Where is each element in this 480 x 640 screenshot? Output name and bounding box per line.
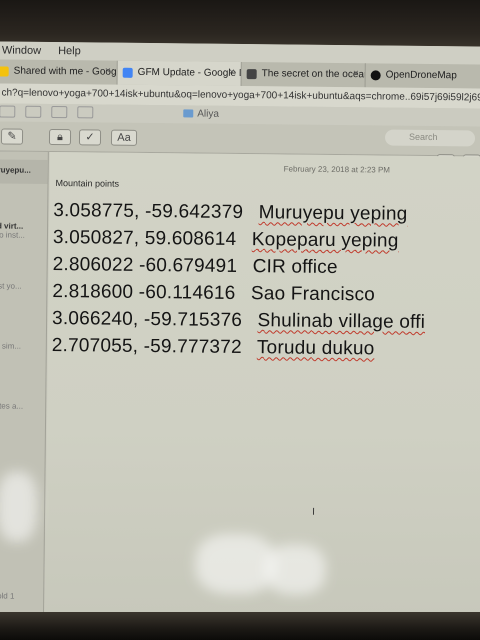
- monitor-bezel-top: [0, 0, 480, 48]
- bookmark-folder-label: Aliya: [197, 108, 220, 120]
- tab-label: OpenDroneMap: [385, 69, 457, 82]
- list-item[interactable]: uruyepu...: [0, 165, 31, 174]
- screen-glare: [0, 471, 38, 542]
- note-editor[interactable]: February 23, 2018 at 2:23 PM Mountain po…: [45, 151, 480, 619]
- text-cursor-icon: I: [312, 506, 315, 518]
- list-item[interactable]: nd virt... r to inst...: [0, 221, 25, 239]
- coordinate-row: 2.707055, -59.777372 Torudu dukuo: [52, 335, 425, 366]
- list-item[interactable]: be sim...: [0, 341, 21, 350]
- notes-list: uruyepu... nd virt... r to inst... test …: [0, 151, 49, 614]
- list-item-snippet: r to inst...: [0, 230, 25, 240]
- list-item[interactable]: eates a...: [0, 401, 23, 410]
- list-item[interactable]: ebold 1: [0, 591, 15, 600]
- menu-help[interactable]: Help: [58, 45, 81, 57]
- screen-glare: [265, 544, 326, 595]
- tab-label: GFM Update - Google Docs: [137, 66, 242, 80]
- close-icon[interactable]: ×: [353, 68, 359, 79]
- list-item-snippet: test yo...: [0, 281, 22, 291]
- place-name: Sao Francisco: [250, 283, 376, 306]
- tab-opendronemap[interactable]: OpenDroneMap: [365, 63, 480, 89]
- coordinate-value: 2.818600 -60.114616: [52, 281, 236, 304]
- grid-view-icon[interactable]: [25, 105, 42, 118]
- font-button[interactable]: Aa: [110, 129, 138, 146]
- bookmark-folder-aliya[interactable]: Aliya: [183, 108, 220, 120]
- google-drive-icon: [0, 66, 9, 77]
- tab-secret-ocean[interactable]: The secret on the ocean flo ×: [241, 61, 366, 88]
- monitor-bezel-bottom: [0, 612, 480, 640]
- close-icon[interactable]: ×: [105, 66, 111, 77]
- coordinate-list: 3.058775, -59.642379 Muruyepu yeping 3.0…: [52, 200, 427, 366]
- place-name: Torudu dukuo: [256, 337, 375, 360]
- sidebar-toggle-icon[interactable]: [0, 105, 16, 118]
- list-item-snippet: eates a...: [0, 401, 24, 411]
- coordinate-value: 3.050827, 59.608614: [52, 227, 237, 250]
- coordinate-row: 3.058775, -59.642379 Muruyepu yeping: [53, 200, 426, 231]
- note-title: Mountain points: [55, 178, 120, 189]
- laptop-screen: Window Help Shared with me - Google Dr ×…: [0, 41, 480, 619]
- coordinate-row: 2.818600 -60.114616 Sao Francisco: [52, 281, 425, 312]
- place-name: Muruyepu yeping: [258, 202, 408, 225]
- checklist-icon[interactable]: ✓: [78, 129, 102, 146]
- bookmark-tools: [0, 105, 94, 119]
- note-date: February 23, 2018 at 2:23 PM: [283, 164, 391, 175]
- list-item-snippet: be sim...: [0, 341, 22, 351]
- list-item-title: uruyepu...: [0, 165, 31, 175]
- menu-window[interactable]: Window: [2, 44, 41, 56]
- list-item-title: nd virt...: [0, 221, 24, 231]
- coordinate-value: 3.066240, -59.715376: [52, 308, 243, 332]
- google-docs-icon: [122, 67, 133, 78]
- tab-label: The secret on the ocean flo: [261, 68, 366, 81]
- gear-icon[interactable]: [51, 106, 68, 119]
- coordinate-row: 3.050827, 59.608614 Kopeparu yeping: [53, 227, 426, 258]
- coordinate-value: 2.806022 -60.679491: [52, 254, 238, 277]
- screen-glare: [195, 533, 276, 595]
- coordinate-value: 3.058775, -59.642379: [53, 200, 244, 224]
- lock-icon[interactable]: 🔒︎: [48, 128, 72, 146]
- share-icon[interactable]: [77, 106, 94, 119]
- list-item[interactable]: test yo...: [0, 281, 22, 290]
- page-icon: [246, 69, 257, 80]
- compose-icon[interactable]: ✎: [0, 128, 24, 145]
- tab-label: Shared with me - Google Dr: [13, 65, 118, 78]
- place-name: CIR office: [252, 256, 338, 279]
- search-field[interactable]: Search: [384, 129, 476, 147]
- tab-shared-with-me[interactable]: Shared with me - Google Dr ×: [0, 59, 118, 85]
- list-item-snippet: ebold 1: [0, 591, 15, 601]
- place-name: Shulinab village offi: [257, 310, 426, 333]
- coordinate-row: 3.066240, -59.715376 Shulinab village of…: [52, 308, 425, 339]
- tab-gfm-update[interactable]: GFM Update - Google Docs ×: [117, 60, 242, 86]
- close-icon[interactable]: ×: [229, 67, 235, 78]
- github-icon: [370, 70, 381, 81]
- folder-icon: [183, 109, 194, 118]
- coordinate-value: 2.707055, -59.777372: [51, 335, 242, 359]
- coordinate-row: 2.806022 -60.679491 CIR office: [53, 254, 426, 285]
- place-name: Kopeparu yeping: [251, 229, 399, 252]
